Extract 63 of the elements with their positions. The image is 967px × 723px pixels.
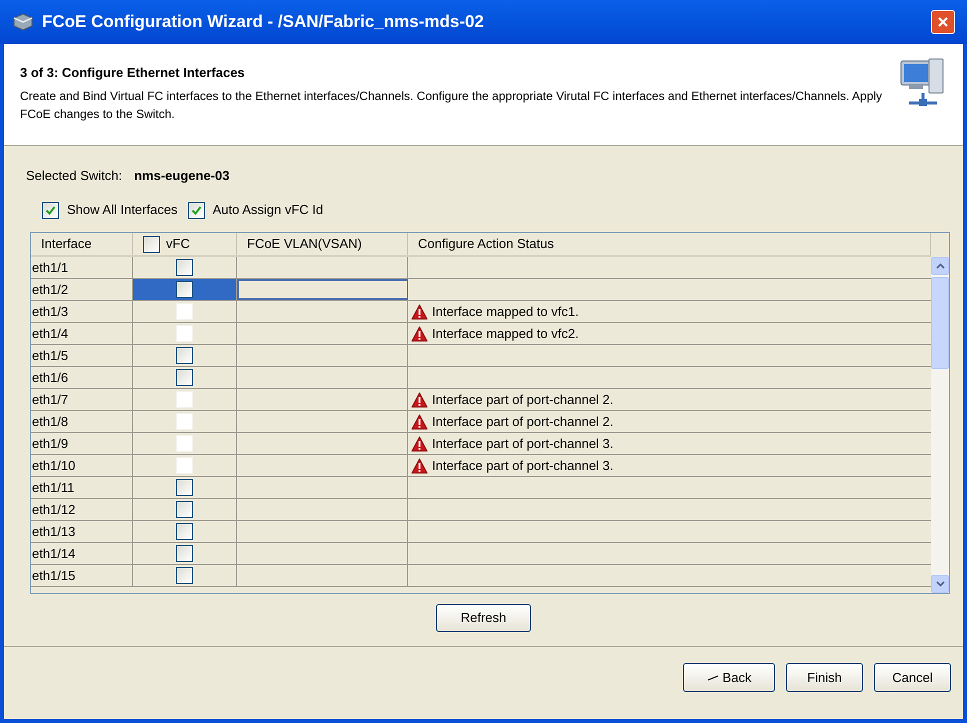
switch-name: nms-eugene-03 [134, 167, 230, 186]
dialog-button[interactable]: Cancel [874, 663, 951, 692]
status-text: Interface part of port-channel 2. [432, 390, 614, 409]
table-cell: eth1/5 [31, 345, 133, 366]
table-cell: eth1/15 [31, 565, 133, 586]
warning-icon [411, 458, 428, 474]
checkbox[interactable] [143, 236, 160, 252]
step-description: Create and Bind Virtual FC interfaces to the Ethernet interfaces/Channels. Configure the appropriate Virutal FC interfaces and Ethernet interfaces/Channels. Apply FCoE changes to the Switch. [20, 88, 884, 122]
status-text: Interface part of port-channel 3. [432, 434, 614, 453]
table-cell: eth1/14 [31, 543, 133, 564]
table-cell: eth1/11 [31, 477, 133, 498]
app-icon [12, 12, 34, 32]
status-text: Interface part of port-channel 3. [432, 456, 614, 475]
refresh-button[interactable]: Refresh [436, 604, 531, 632]
close-button[interactable] [931, 10, 955, 34]
table-cell: eth1/12 [31, 499, 133, 520]
option-label: Show All Interfaces [67, 201, 178, 220]
checkbox[interactable] [176, 259, 193, 276]
checkbox[interactable] [176, 545, 193, 562]
table-cell: eth1/7 [31, 389, 133, 410]
status-text: Interface mapped to vfc2. [432, 324, 579, 343]
close-icon [937, 16, 949, 28]
checkbox[interactable] [176, 369, 193, 386]
warning-icon [411, 304, 428, 320]
warning-icon [411, 392, 428, 408]
checkbox[interactable] [176, 479, 193, 496]
table-cell: eth1/1 [31, 257, 133, 278]
warning-icon [411, 414, 428, 430]
table-cell: eth1/4 [31, 323, 133, 344]
table-cell: eth1/13 [31, 521, 133, 542]
column-header[interactable]: vFC [133, 233, 237, 255]
table-cell: eth1/8 [31, 411, 133, 432]
checkmark-icon [45, 204, 56, 216]
warning-icon [411, 326, 428, 342]
dialog-button[interactable]: Finish [786, 663, 863, 692]
back-button[interactable]: Back [683, 663, 775, 692]
table-cell: eth1/6 [31, 367, 133, 388]
checkbox[interactable] [176, 347, 193, 364]
column-header[interactable]: Configure Action Status [408, 233, 931, 255]
checkbox[interactable] [176, 523, 193, 540]
checkbox[interactable] [42, 202, 59, 218]
window-title: FCoE Configuration Wizard - /SAN/Fabric_nms-mds-02 [42, 11, 484, 34]
switch-label: Selected Switch: [26, 167, 122, 186]
checkbox[interactable] [176, 501, 193, 518]
scroll-up-icon[interactable] [931, 257, 949, 275]
column-header[interactable]: FCoE VLAN(VSAN) [237, 233, 408, 255]
checkbox[interactable] [176, 281, 193, 298]
checkbox[interactable] [188, 202, 205, 218]
column-header[interactable]: Interface [31, 233, 133, 255]
checkbox[interactable] [176, 567, 193, 584]
back-icon [706, 674, 719, 680]
status-text: Interface part of port-channel 2. [432, 412, 614, 431]
scroll-thumb[interactable] [931, 277, 949, 369]
status-text: Interface mapped to vfc1. [432, 302, 579, 321]
scroll-down-icon[interactable] [931, 575, 949, 593]
table-cell: eth1/9 [31, 433, 133, 454]
option-label: Auto Assign vFC Id [212, 201, 324, 220]
table-cell: eth1/10 [31, 455, 133, 476]
table-cell: eth1/3 [31, 301, 133, 322]
checkmark-icon [190, 204, 202, 216]
scrollbar[interactable] [931, 257, 949, 593]
warning-icon [411, 436, 428, 452]
step-title: 3 of 3: Configure Ethernet Interfaces [20, 64, 246, 82]
